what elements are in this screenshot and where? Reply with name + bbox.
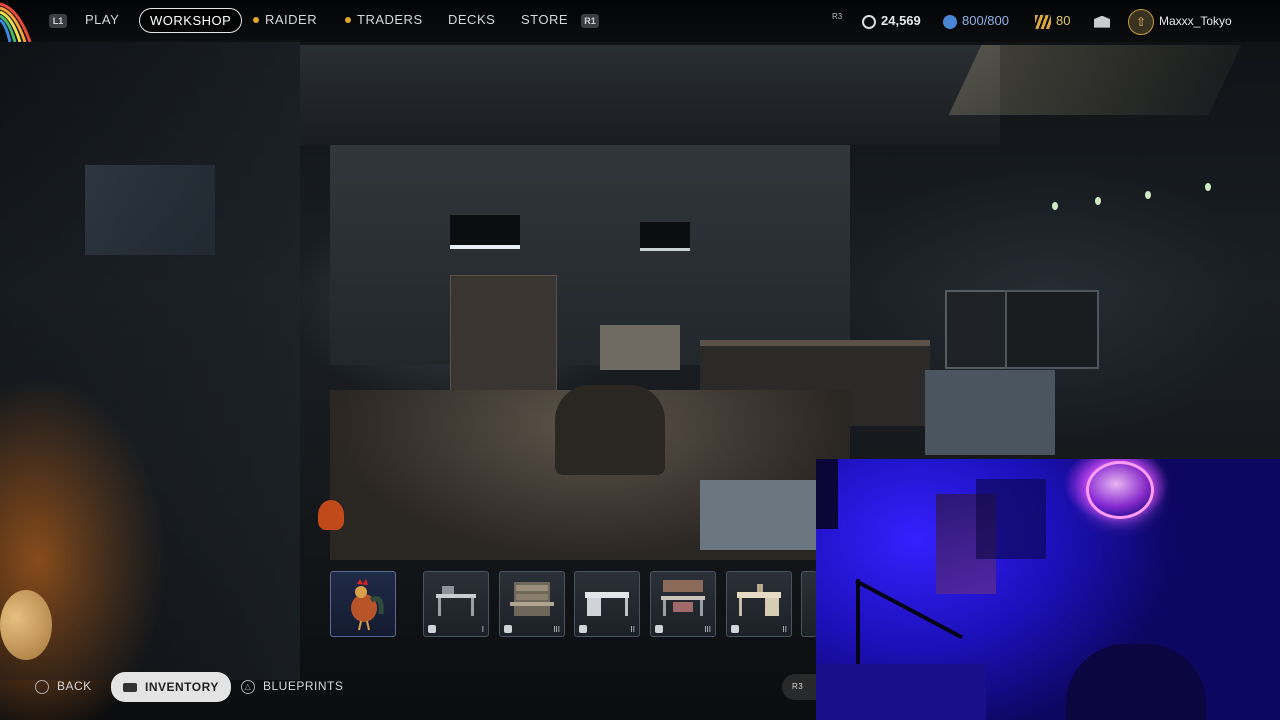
string-light [1095,197,1101,205]
rooster [318,500,344,530]
shelf-unit [450,275,557,397]
back-wall [330,145,850,365]
touchpad-icon [123,683,137,693]
capacity-value: 800/800 [962,13,1009,28]
category-icon [731,625,739,633]
credits-counter[interactable]: 24,569 [862,13,921,29]
work-lamp [640,222,690,251]
desk-icon [585,592,629,616]
shelf [976,479,1046,559]
inventory-slot[interactable]: III [650,571,716,637]
tokens-counter[interactable]: 80 [1035,13,1070,29]
credits-value: 24,569 [881,13,921,28]
tier-label: III [553,625,560,634]
tab-workshop[interactable]: WORKSHOP [139,8,243,33]
credits-icon [862,14,876,29]
l1-hint: L1 [49,14,67,28]
tier-label: III [704,625,711,634]
desk-icon [737,584,781,616]
globe [0,590,52,660]
webcam-overlay [816,459,1280,720]
workbench [600,325,680,370]
oven [1005,290,1099,369]
username: Maxxx_Tokyo [1159,14,1232,29]
tokens-icon [1035,14,1051,29]
string-light [1145,191,1151,199]
tier-label: II [630,625,635,634]
notification-dot-icon [253,16,259,23]
inventory-slot[interactable]: I [423,571,489,637]
tab-label: DECKS [448,12,496,27]
tab-raider[interactable]: RAIDER [253,12,317,27]
avatar: ⇧ [1128,9,1154,35]
inventory-slot[interactable] [330,571,396,637]
tab-traders[interactable]: TRADERS [345,12,423,27]
inventory-label: INVENTORY [145,680,219,694]
cabinet [925,370,1055,455]
category-icon [428,625,436,633]
tab-label: RAIDER [265,12,318,27]
triangle-button-icon: △ [241,679,255,694]
neon-lamp [1086,461,1154,519]
mail-button[interactable] [1094,13,1115,28]
tab-label: PLAY [85,12,120,27]
platform [700,480,820,550]
mail-icon [1094,15,1110,28]
tab-decks[interactable]: DECKS [448,12,495,27]
skylight [948,45,1242,115]
inventory-slot-partial[interactable] [801,571,817,637]
rainbow-logo-icon [0,2,32,42]
workbench-icon [661,580,705,616]
r3-hint: R3 [832,12,842,21]
category-icon [579,625,587,633]
ceiling [300,45,1000,145]
left-wall [0,40,300,680]
work-lamp [450,215,520,249]
r3-hint-label: R3 [832,12,843,21]
tab-label: WORKSHOP [150,13,232,28]
string-light [1052,202,1058,210]
desk [816,664,986,720]
oven [945,290,1009,369]
circle-button-icon [35,679,49,694]
inventory-slot[interactable]: III [499,571,565,637]
category-icon [655,625,663,633]
tab-store[interactable]: STORE [521,12,568,27]
monitor-edge [816,459,838,529]
tier-label: I [481,625,484,634]
workbench-icon [436,586,476,616]
blueprints-button[interactable]: △ BLUEPRINTS [241,679,343,694]
tab-label: STORE [521,12,569,27]
capacity-icon [943,14,957,29]
tokens-value: 80 [1056,13,1071,28]
back-button[interactable]: BACK [35,679,92,694]
profile-button[interactable]: ⇧ Maxxx_Tokyo [1128,9,1232,35]
chair [1066,644,1206,720]
tier-label: II [782,625,787,634]
tab-play[interactable]: PLAY [85,12,119,27]
r3-button[interactable]: R3 [782,674,816,700]
capacity-counter[interactable]: 800/800 [943,13,1009,29]
workbench-icon [510,582,554,616]
r1-hint: R1 [581,14,599,28]
inventory-button[interactable]: INVENTORY [111,672,231,702]
inventory-slot[interactable]: II [574,571,640,637]
blueprints-label: BLUEPRINTS [263,679,344,693]
notification-dot-icon [345,16,351,23]
tab-label: TRADERS [357,12,423,27]
rooster-icon [351,579,384,631]
r3-label: R3 [792,682,804,691]
armchair [555,385,665,475]
category-icon [504,625,512,633]
inventory-slot[interactable]: II [726,571,792,637]
back-label: BACK [57,679,92,693]
string-light [1205,183,1211,191]
top-bar: L1 PLAY WORKSHOP RAIDER TRADERS DECKS ST… [0,0,1280,42]
